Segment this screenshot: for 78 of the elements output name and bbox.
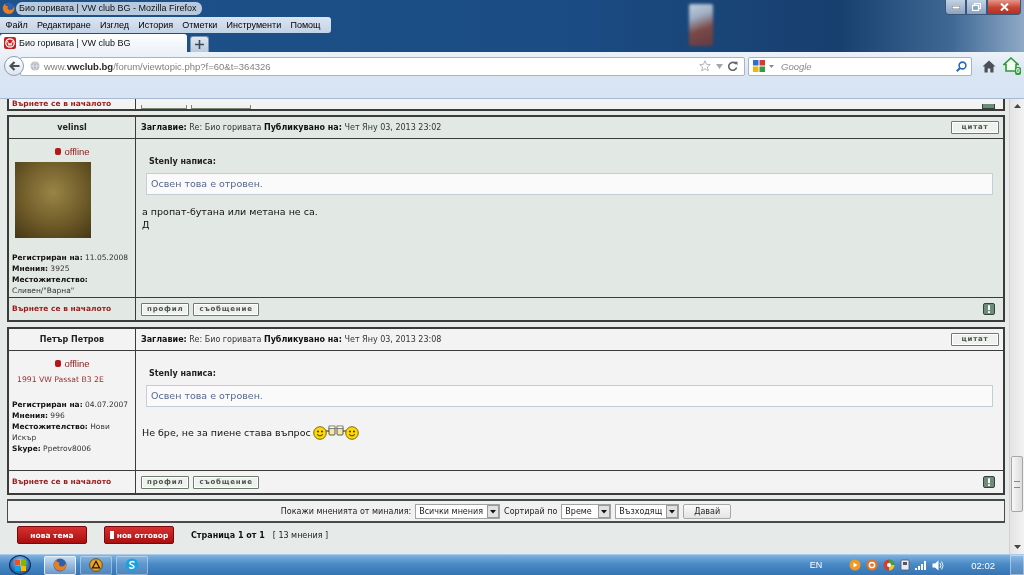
- post-count: [ 13 мнения ]: [272, 530, 329, 540]
- scroll-up-arrow-icon[interactable]: [1013, 104, 1021, 108]
- search-icon[interactable]: [956, 60, 967, 72]
- message-text: Не бре, не за пиене става въпрос: [142, 425, 311, 439]
- menu-item[interactable]: Помощ: [285, 19, 326, 30]
- quoted-text: Освен това е отровен.: [146, 385, 993, 407]
- speaker-icon[interactable]: [932, 559, 945, 571]
- menu-item[interactable]: Файл: [1, 19, 33, 30]
- restore-icon: [972, 3, 981, 11]
- back-button[interactable]: [4, 56, 24, 76]
- scrollbar-thumb[interactable]: [1011, 456, 1023, 512]
- username[interactable]: Петър Петров: [39, 335, 105, 344]
- sort-label: Сортирай по: [504, 506, 558, 516]
- globe-icon: [30, 61, 40, 71]
- search-input[interactable]: Google: [778, 59, 952, 73]
- quoted-text: Освен това е отровен.: [146, 173, 993, 195]
- quote-author: Stenly написа:: [149, 368, 217, 380]
- menu-item[interactable]: Отметки: [177, 19, 222, 30]
- clock[interactable]: 02:02: [971, 559, 995, 571]
- house-outline-icon: [1003, 57, 1019, 72]
- page-indicator: Страница 1 от 1: [191, 530, 265, 540]
- exclamation-icon[interactable]: [983, 303, 995, 315]
- four-pane-logo-icon: [14, 559, 26, 571]
- post-details: Заглавие: Re: Био горивата Публикувано на: Чет Яну 03, 2013 23:08: [141, 335, 442, 344]
- minimize-icon: [951, 5, 960, 9]
- ring-icon[interactable]: [866, 559, 879, 571]
- cut-off-report-icon[interactable]: [982, 104, 995, 109]
- window-title: Био горивата | VW club BG - Mozilla Firefox: [16, 1, 203, 15]
- back-arrow-icon: [8, 61, 20, 71]
- triangle-circle-icon: [89, 558, 103, 572]
- go-button[interactable]: Давай: [683, 503, 732, 519]
- message-text: а пропат-бутана или метана не са.: [142, 205, 318, 218]
- new-tab-button[interactable]: [190, 36, 209, 52]
- cut-off-button[interactable]: [141, 105, 187, 109]
- colorful-disc-icon[interactable]: [883, 559, 896, 571]
- address-field[interactable]: www.vwclub.bg/forum/viewtopic.php?f=60&t=364326: [20, 56, 745, 76]
- bookmark-star-icon[interactable]: [699, 60, 711, 72]
- taskbar-button[interactable]: [80, 555, 112, 575]
- browser-icon: [2, 1, 15, 15]
- start-button[interactable]: [9, 555, 31, 575]
- taskbar-button[interactable]: [44, 555, 76, 575]
- scroll-down-arrow-icon[interactable]: [1013, 545, 1021, 549]
- menu-item[interactable]: Инструменти: [221, 19, 286, 30]
- reload-icon[interactable]: [728, 61, 738, 71]
- chat-icon: [125, 558, 139, 572]
- menu-item[interactable]: Редактиране: [32, 19, 96, 30]
- search-engine-icon[interactable]: [753, 60, 765, 72]
- favicon-icon: [4, 37, 16, 49]
- restore-button[interactable]: [966, 0, 987, 15]
- close-button[interactable]: [987, 0, 1021, 15]
- post-details: Заглавие: Re: Био горивата Публикувано на: Чет Яну 03, 2013 23:02: [141, 123, 442, 132]
- browser-icon: [53, 558, 67, 572]
- dropdown-select[interactable]: Всички мнения: [415, 503, 501, 519]
- plus-icon: [195, 40, 204, 49]
- close-icon: [999, 3, 1009, 11]
- status-label: offline: [64, 357, 90, 369]
- status-label: offline: [64, 145, 90, 157]
- message-text: Д: [142, 218, 150, 231]
- dropdown-select[interactable]: Време: [561, 503, 612, 519]
- exclamation-icon[interactable]: [983, 476, 995, 488]
- sort-label: Покажи мненията от миналия:: [280, 506, 412, 516]
- caret-icon[interactable]: [769, 64, 774, 68]
- dropdown-select[interactable]: Възходящ: [615, 503, 680, 519]
- menu-item[interactable]: Изглед: [95, 19, 134, 30]
- language-indicator[interactable]: EN: [809, 560, 823, 570]
- blurred-icon: [689, 4, 713, 46]
- menu-item[interactable]: История: [133, 19, 178, 30]
- signal-icon[interactable]: [915, 560, 928, 570]
- play-icon[interactable]: [849, 559, 862, 571]
- minimize-button[interactable]: [945, 0, 966, 15]
- search-field[interactable]: Google: [748, 56, 972, 76]
- quote-author: Stenly написа:: [149, 156, 217, 168]
- device-icon[interactable]: [900, 559, 911, 571]
- cut-off-button[interactable]: [191, 105, 251, 109]
- username[interactable]: velinsl: [57, 123, 87, 132]
- scrollbar[interactable]: [1009, 99, 1024, 554]
- browser-tab[interactable]: Био горивата | VW club BG: [0, 34, 187, 52]
- home-icon[interactable]: [982, 59, 996, 73]
